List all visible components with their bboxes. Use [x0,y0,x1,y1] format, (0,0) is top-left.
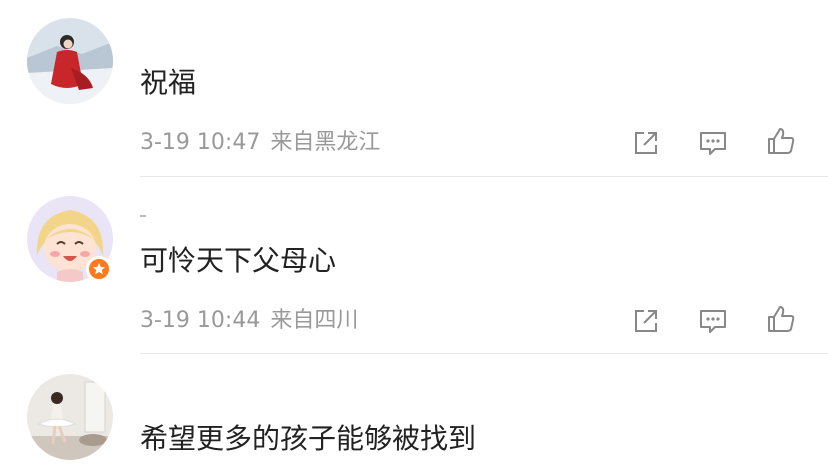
avatar-ballet-dancer-icon [27,374,113,460]
comment-item: 希望更多的孩子能够被找到 [0,0,828,476]
user-avatar[interactable] [27,374,113,460]
comment-text: 希望更多的孩子能够被找到 [140,422,477,455]
